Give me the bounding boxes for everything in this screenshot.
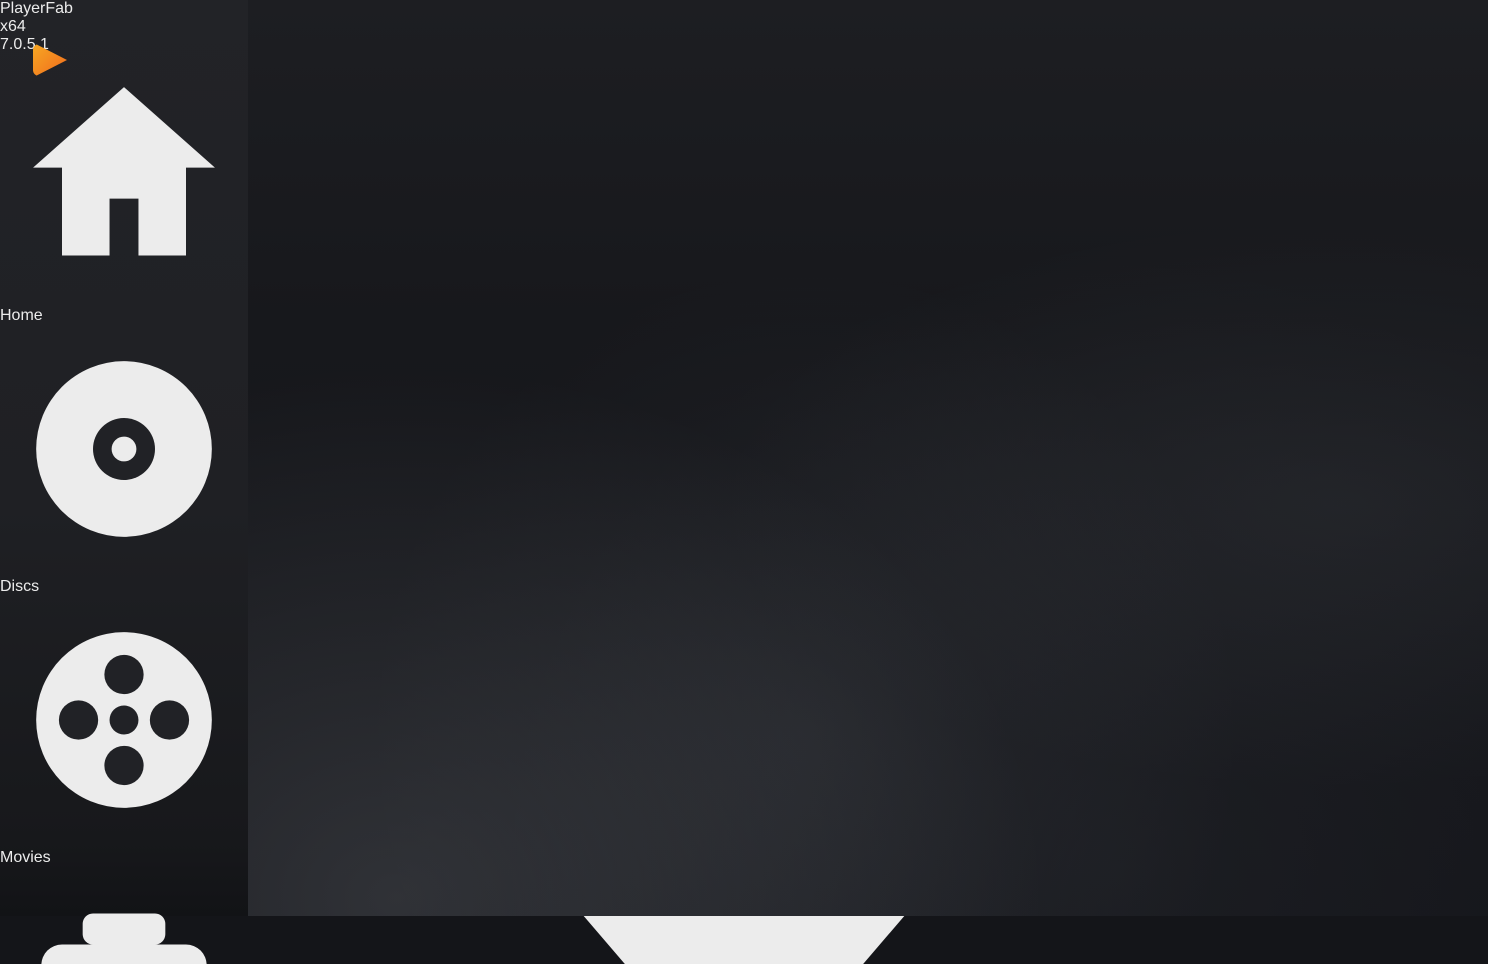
sidebar-item-movies[interactable]: Movies — [0, 596, 248, 867]
playerfab-window: PlayerFab x64 7.0.5.1 Home Discs Movies — [0, 0, 1488, 964]
sidebar: PlayerFab x64 7.0.5.1 Home Discs Movies — [0, 0, 248, 916]
sidebar-item-collections[interactable]: Collections — [0, 867, 248, 964]
film-reel-icon — [0, 831, 248, 848]
playerfab-logo-icon — [28, 40, 68, 78]
sidebar-item-label: Discs — [0, 578, 39, 595]
sidebar-item-label: Movies — [0, 849, 51, 866]
sidebar-item-discs[interactable]: Discs — [0, 325, 248, 596]
sidebar-item-home[interactable]: Home — [0, 54, 248, 325]
app-name: PlayerFab — [0, 0, 248, 18]
sidebar-item-label: Home — [0, 307, 43, 324]
main-background — [248, 0, 1488, 916]
home-icon — [0, 289, 248, 306]
disc-icon — [0, 560, 248, 577]
app-arch: x64 — [0, 18, 248, 36]
